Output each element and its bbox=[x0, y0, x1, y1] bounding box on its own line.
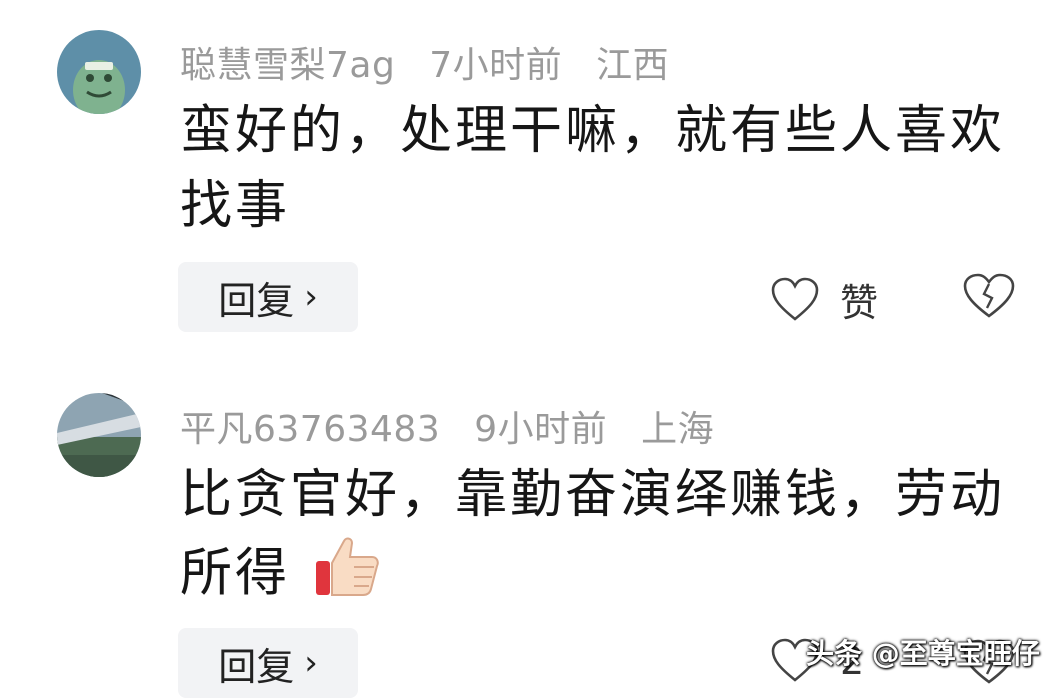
comment-meta: 平凡63763483 9小时前 上海 bbox=[180, 400, 736, 452]
comment-time: 9小时前 bbox=[474, 409, 608, 450]
watermark: 头条 @至尊宝旺仔 bbox=[806, 637, 1040, 670]
comment-text-content: 比贪官好，靠勤奋演绎赚钱，劳动所得 bbox=[180, 465, 1006, 604]
avatar[interactable] bbox=[57, 393, 141, 477]
username[interactable]: 平凡63763483 bbox=[180, 409, 440, 450]
reply-button[interactable]: 回复 › bbox=[178, 628, 358, 698]
comment-item: 平凡63763483 9小时前 上海 比贪官好，靠勤奋演绎赚钱，劳动所得 回复 … bbox=[0, 0, 1047, 698]
reply-label: 回复 bbox=[218, 644, 295, 689]
airplane-window-photo-avatar-icon bbox=[57, 393, 141, 477]
thumbs-up-icon bbox=[314, 533, 380, 620]
chevron-right-icon: › bbox=[304, 643, 318, 683]
comment-text: 比贪官好，靠勤奋演绎赚钱，劳动所得 bbox=[180, 458, 1010, 620]
comment-location: 上海 bbox=[641, 409, 715, 450]
